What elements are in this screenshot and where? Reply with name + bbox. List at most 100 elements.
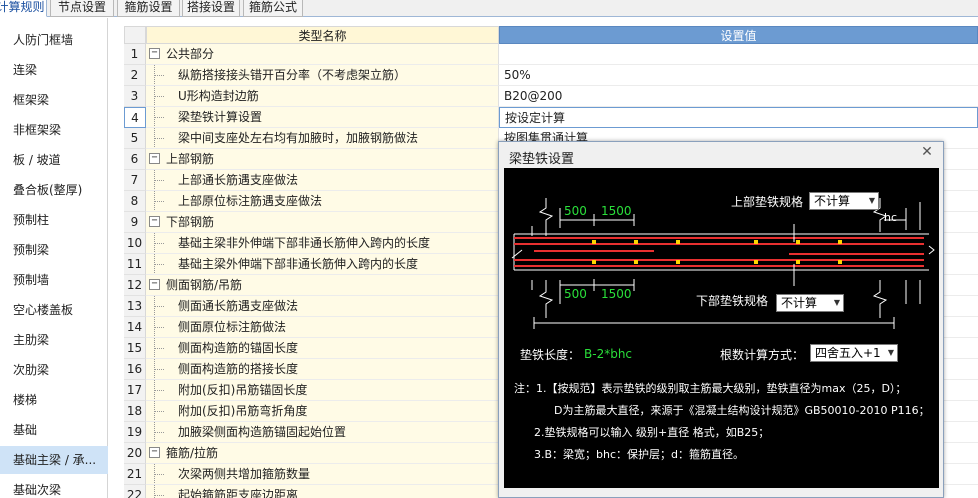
row-name-cell: 附加(反扣)吊筋弯折角度 <box>146 401 499 422</box>
row-name-cell: 起始箍筋距支座边距离 <box>146 485 499 498</box>
collapse-icon[interactable]: − <box>149 216 160 227</box>
collapse-icon[interactable]: − <box>149 447 160 458</box>
row-value-cell[interactable]: 50% <box>499 65 978 86</box>
row-name: 箍筋/拉筋 <box>166 446 219 460</box>
row-number: 2 <box>124 65 146 86</box>
row-number: 5 <box>124 128 146 149</box>
sidebar-item[interactable]: 非框架梁 <box>0 116 108 144</box>
row-name: 纵筋搭接接头错开百分率（不考虑架立筋） <box>178 68 407 82</box>
sidebar-item[interactable]: 人防门框墙 <box>0 26 108 54</box>
tree-branch <box>154 495 164 496</box>
row-name: 次梁两侧共增加箍筋数量 <box>178 467 311 481</box>
row-name-cell: 加腋梁侧面构造筋锚固起始位置 <box>146 422 499 443</box>
top-spec-select[interactable]: 不计算 ▼ <box>809 192 879 210</box>
row-number: 18 <box>124 401 146 422</box>
row-name-cell: U形构造封边筋 <box>146 86 499 107</box>
tab-stirrup-settings[interactable]: 箍筋设置 <box>117 0 180 17</box>
sidebar-item[interactable]: 主肋梁 <box>0 326 108 354</box>
chevron-down-icon: ▼ <box>833 298 840 307</box>
dim-500-top: 500 <box>564 204 587 218</box>
sidebar-item[interactable]: 预制墙 <box>0 266 108 294</box>
table-row[interactable]: 3 U形构造封边筋 B20@200 <box>124 86 978 107</box>
row-name: 侧面钢筋/吊筋 <box>166 278 243 292</box>
sidebar-item[interactable]: 楼梯 <box>0 386 108 414</box>
collapse-icon[interactable]: − <box>149 48 160 59</box>
row-name: 附加(反扣)吊筋锚固长度 <box>178 383 308 397</box>
sidebar-item[interactable]: 框架梁 <box>0 86 108 114</box>
header-type-name: 类型名称 <box>146 26 499 44</box>
bottom-spec-select[interactable]: 不计算 ▼ <box>776 294 844 312</box>
sidebar-item[interactable]: 基础主梁 / 承... <box>0 446 108 474</box>
row-name: 侧面构造筋的搭接长度 <box>178 362 299 376</box>
tree-branch <box>154 348 164 349</box>
tree-branch <box>154 474 164 475</box>
sidebar-item[interactable]: 连梁 <box>0 56 108 84</box>
pad-iron-settings-dialog: 梁垫铁设置 ✕ 500 1500 500 1500 hc 上部垫铁规格 不计算 … <box>498 141 944 498</box>
dim-500-bottom: 500 <box>564 287 587 301</box>
row-value-cell[interactable]: 按设定计算 <box>499 107 978 128</box>
tab-stirrup-formula[interactable]: 箍筋公式 <box>243 0 303 17</box>
table-row[interactable]: 4 梁垫铁计算设置 按设定计算 <box>124 107 978 128</box>
tree-branch <box>154 369 164 370</box>
header-setting-value: 设置值 <box>499 26 978 44</box>
length-label: 垫铁长度： <box>520 348 581 362</box>
sidebar-item[interactable]: 预制梁 <box>0 236 108 264</box>
row-number: 11 <box>124 254 146 275</box>
tree-branch <box>154 243 164 244</box>
dim-hc-label: hc <box>884 211 898 224</box>
row-name-cell: 上部通长筋遇支座做法 <box>146 170 499 191</box>
row-name: 公共部分 <box>166 47 215 61</box>
row-value-cell[interactable]: B20@200 <box>499 86 978 107</box>
sidebar-item[interactable]: 叠合板(整厚) <box>0 176 108 204</box>
row-number: 22 <box>124 485 146 498</box>
count-label: 根数计算方式： <box>720 348 805 362</box>
note-line-4: 3.B：梁宽；bhc：保护层；d：箍筋直径。 <box>534 448 745 461</box>
tab-node-settings[interactable]: 节点设置 <box>50 0 114 17</box>
row-number: 6 <box>124 149 146 170</box>
row-number: 13 <box>124 296 146 317</box>
tree-branch <box>154 390 164 391</box>
row-number: 4 <box>124 107 146 128</box>
bottom-spec-label: 下部垫铁规格 <box>696 294 769 308</box>
tree-branch <box>154 117 164 118</box>
group-row[interactable]: 1− 公共部分 <box>124 44 978 65</box>
collapse-icon[interactable]: − <box>149 153 160 164</box>
tree-branch <box>154 264 164 265</box>
row-name-cell: 梁垫铁计算设置 <box>146 107 499 128</box>
note-line-1: 注：1.【按规范】表示垫铁的级别取主筋最大级别，垫铁直径为max（25，D）； <box>514 382 907 395</box>
tab-lap-settings[interactable]: 搭接设置 <box>182 0 240 17</box>
left-column-outline <box>531 198 561 318</box>
row-number: 1 <box>124 44 146 65</box>
sidebar-item[interactable]: 次肋梁 <box>0 356 108 384</box>
row-name-cell: 上部原位标注筋遇支座做法 <box>146 191 499 212</box>
component-sidebar: 人防门框墙 连梁 框架梁 非框架梁板 / 坡道 叠合板(整厚) 预制柱 预制梁 预制墙 空心楼盖… <box>0 18 108 498</box>
row-number: 21 <box>124 464 146 485</box>
tree-branch <box>154 432 164 433</box>
row-name-cell: 基础主梁外伸端下部非通长筋伸入跨内的长度 <box>146 254 499 275</box>
close-icon[interactable]: ✕ <box>919 145 935 161</box>
top-spec-value: 不计算 <box>814 194 851 208</box>
tree-branch <box>154 138 164 139</box>
row-name: 梁垫铁计算设置 <box>178 110 263 124</box>
row-number: 16 <box>124 359 146 380</box>
row-name-cell: 侧面构造筋的锚固长度 <box>146 338 499 359</box>
sidebar-item[interactable]: 基础 <box>0 416 108 444</box>
collapse-icon[interactable]: − <box>149 279 160 290</box>
sidebar-item[interactable]: 空心楼盖板 <box>0 296 108 324</box>
row-number: 20 <box>124 443 146 464</box>
dim-1500-bottom: 1500 <box>601 287 632 301</box>
row-value-cell[interactable] <box>499 44 978 65</box>
sidebar-item[interactable]: 基础次梁 <box>0 476 108 498</box>
tree-branch <box>154 201 164 202</box>
tab-calc-rules[interactable]: 计算规则 <box>0 0 47 17</box>
top-spec-label: 上部垫铁规格 <box>731 195 804 209</box>
table-row[interactable]: 2 纵筋搭接接头错开百分率（不考虑架立筋） 50% <box>124 65 978 86</box>
count-method-select[interactable]: 四舍五入+1 ▼ <box>810 344 898 362</box>
chevron-down-icon: ▼ <box>868 196 875 205</box>
row-name: 下部钢筋 <box>166 215 215 229</box>
row-name: 上部钢筋 <box>166 152 215 166</box>
row-name: 上部通长筋遇支座做法 <box>178 173 299 187</box>
sidebar-item[interactable]: 预制柱 <box>0 206 108 234</box>
tree-branch <box>154 180 164 181</box>
sidebar-item[interactable]: 板 / 坡道 <box>0 146 108 174</box>
